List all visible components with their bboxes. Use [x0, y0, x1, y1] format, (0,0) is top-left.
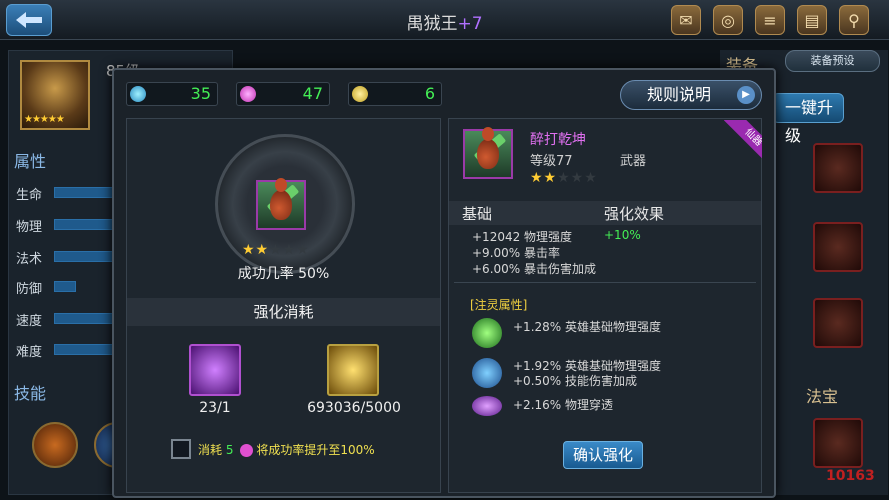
success-rate: 成功几率 50%	[237, 266, 330, 282]
attr-label: 生命	[16, 188, 43, 203]
resource-pink: 47	[236, 82, 330, 106]
pink-crystal-icon	[240, 444, 254, 457]
blue-crystal-icon	[130, 86, 146, 102]
attr-bar	[54, 281, 76, 292]
skill-icon[interactable]	[32, 422, 78, 468]
attr-label: 物理	[16, 220, 43, 235]
attr-label: 法术	[16, 252, 43, 267]
green-orb-icon	[472, 318, 502, 348]
item-stars: ★★★★★	[530, 170, 598, 186]
play-arrow-icon: ▶	[737, 86, 755, 104]
document-icon[interactable]: ≡	[755, 5, 785, 35]
item-icon[interactable]	[463, 127, 513, 179]
fabao-slot[interactable]	[813, 418, 863, 468]
confirm-enhance-button[interactable]: 确认强化	[563, 441, 643, 469]
item-grade: 等级77	[530, 154, 573, 169]
base-stat: +12042 物理强度	[472, 230, 573, 244]
base-stat: +9.00% 暴击率	[472, 246, 560, 260]
base-title: 基础	[462, 205, 493, 223]
item-name: 醉打乾坤	[530, 132, 586, 148]
attr-bar	[54, 251, 114, 262]
rules-button[interactable]: 规则说明 ▶	[620, 80, 762, 110]
equip-slot[interactable]	[813, 298, 863, 348]
item-stars: ★★★★★	[242, 242, 310, 258]
spirit-stat: +1.92% 英雄基础物理强度	[513, 359, 661, 373]
effect-title: 强化效果	[604, 205, 665, 223]
coin-icon[interactable]: ◎	[713, 5, 743, 35]
enhance-item-icon[interactable]	[256, 178, 306, 230]
gold-crystal-icon	[352, 86, 368, 102]
resource-blue: 35	[126, 82, 218, 106]
attr-bar	[54, 187, 114, 198]
enhance-bonus: +10%	[604, 228, 641, 242]
attr-bar	[54, 344, 114, 355]
attr-label: 防御	[16, 282, 43, 297]
pink-crystal-icon	[240, 86, 256, 102]
gold-cost: 693036/5000	[307, 400, 401, 416]
scroll-icon[interactable]: ✉	[671, 5, 701, 35]
fabao-title: 法宝	[806, 387, 839, 406]
gold-coins-icon[interactable]	[327, 344, 379, 396]
purple-gem-icon[interactable]	[189, 344, 241, 396]
attr-label: 难度	[16, 345, 43, 360]
equip-slot[interactable]	[813, 222, 863, 272]
attr-bar	[54, 313, 114, 324]
purple-orb-icon	[472, 396, 502, 416]
cost-title: 强化消耗	[127, 298, 440, 326]
watermark: 10163	[826, 468, 875, 484]
book-icon[interactable]: ▤	[797, 5, 827, 35]
resource-gold: 6	[348, 82, 442, 106]
base-stat: +6.00% 暴击伤害加成	[472, 262, 596, 276]
equip-preset-button[interactable]: 装备预设	[785, 50, 880, 72]
attr-title: 属性	[14, 152, 47, 171]
rarity-badge: 仙器	[724, 120, 762, 158]
skill-title: 技能	[14, 384, 47, 403]
attr-bar	[54, 219, 114, 230]
blue-orb-icon	[472, 358, 502, 388]
spirit-stat: +0.50% 技能伤害加成	[513, 374, 637, 388]
hero-stars: ★★★★★	[24, 114, 65, 125]
title-plus-level: +7	[457, 14, 483, 34]
magnifier-icon[interactable]: ⚲	[839, 5, 869, 35]
spirit-title: [注灵属性]	[470, 298, 528, 312]
spirit-stat: +2.16% 物理穿透	[513, 398, 613, 412]
one-key-upgrade-button[interactable]: 一键升级	[772, 93, 844, 145]
item-type: 武器	[620, 154, 647, 169]
spirit-stat: +1.28% 英雄基础物理强度	[513, 320, 661, 334]
divider	[454, 282, 756, 283]
consume-text: 消耗 5 将成功率提升至100%	[198, 443, 375, 457]
top-icon-bar: ✉ ◎ ≡ ▤ ⚲	[671, 5, 869, 35]
consume-checkbox[interactable]	[171, 439, 191, 459]
equip-slot[interactable]	[813, 143, 863, 193]
attr-label: 速度	[16, 314, 43, 329]
gem-cost: 23/1	[199, 400, 231, 416]
